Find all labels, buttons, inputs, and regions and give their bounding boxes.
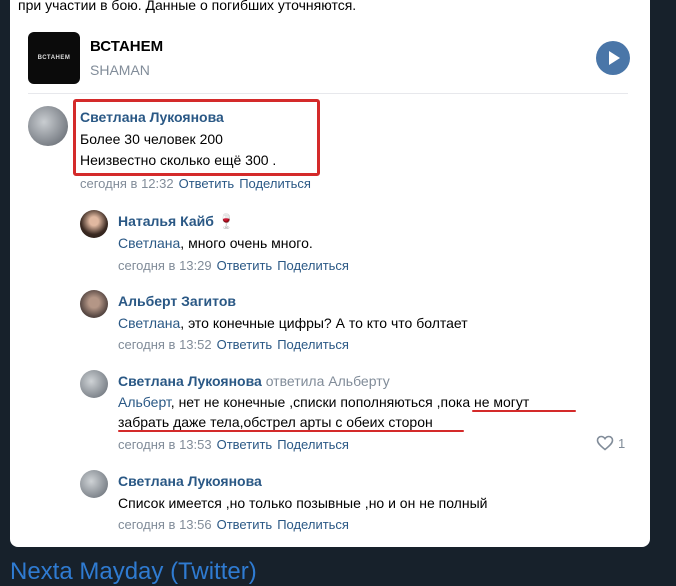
share-link[interactable]: Поделиться [277,437,349,452]
reply-text-line1: Альберт, нет не конечные ,списки пополня… [118,394,529,410]
share-link[interactable]: Поделиться [277,258,349,273]
heart-icon [596,435,614,451]
reply-time[interactable]: сегодня в 13:52 [118,337,212,352]
reply-body: , нет не конечные ,списки пополняються ,… [170,394,530,410]
like-button[interactable]: 1 [596,435,625,451]
reply-text: Список имеется ,но только позывные ,но и… [118,495,488,511]
mention-link[interactable]: Светлана [118,235,180,251]
share-link[interactable]: Поделиться [277,517,349,532]
reply-time[interactable]: сегодня в 13:56 [118,517,212,532]
reply-author[interactable]: Альберт Загитов [118,293,236,309]
mention-link[interactable]: Альберт [118,394,171,410]
play-button[interactable] [596,41,630,75]
reply-link[interactable]: Ответить [179,176,235,191]
reply-author: Светлана Лукоянова ответила Альберту [118,373,390,389]
reply-time[interactable]: сегодня в 13:53 [118,437,212,452]
play-icon [609,51,620,65]
reply-link[interactable]: Ответить [217,258,273,273]
annotation-underline [472,410,576,412]
annotation-underline [118,430,464,432]
avatar[interactable] [80,470,108,498]
share-link[interactable]: Поделиться [239,176,311,191]
track-title: ВСТАНЕМ [90,38,164,55]
reply-author: Наталья Кайб 🍷 [118,213,235,230]
reply-meta: сегодня в 13:56 Ответить Поделиться [118,517,349,532]
reply-text: Светлана, это конечные цифры? А то кто ч… [118,315,468,331]
like-count: 1 [618,436,626,451]
avatar[interactable] [80,290,108,318]
reply-body: , много очень много. [180,235,313,251]
post-text: при участии в бою. Данные о погибших уто… [18,0,357,13]
replied-to[interactable]: ответила Альберту [266,373,390,389]
reply-meta: сегодня в 13:29 Ответить Поделиться [118,258,349,273]
reply-author-name[interactable]: Светлана Лукоянова [118,373,262,389]
album-cover[interactable]: ВСТАНЕМ [28,32,80,84]
reply-time[interactable]: сегодня в 13:29 [118,258,212,273]
comment-meta: сегодня в 12:32 Ответить Поделиться [80,176,311,191]
reply-meta: сегодня в 13:52 Ответить Поделиться [118,337,349,352]
reply-link[interactable]: Ответить [217,337,273,352]
reply-text: Светлана, много очень много. [118,235,313,251]
reply-link[interactable]: Ответить [217,517,273,532]
vk-post-card: при участии в бою. Данные о погибших уто… [10,0,650,547]
reply-meta: сегодня в 13:53 Ответить Поделиться [118,437,349,452]
share-link[interactable]: Поделиться [277,337,349,352]
reply-text-line2: забрать даже тела,обстрел арты с обеих с… [118,414,433,430]
wine-emoji: 🍷 [217,213,236,229]
source-link[interactable]: Nexta Mayday (Twitter) [10,558,257,586]
avatar[interactable] [80,370,108,398]
comment-time[interactable]: сегодня в 12:32 [80,176,174,191]
reply-body: , это конечные цифры? А то кто что болта… [180,315,468,331]
reply-author-name[interactable]: Наталья Кайб [118,213,214,229]
divider [28,93,628,94]
annotation-box [73,99,320,176]
avatar[interactable] [28,106,68,146]
reply-link[interactable]: Ответить [217,437,273,452]
avatar[interactable] [80,210,108,238]
track-artist[interactable]: SHAMAN [90,62,150,78]
reply-author[interactable]: Светлана Лукоянова [118,473,262,489]
mention-link[interactable]: Светлана [118,315,180,331]
